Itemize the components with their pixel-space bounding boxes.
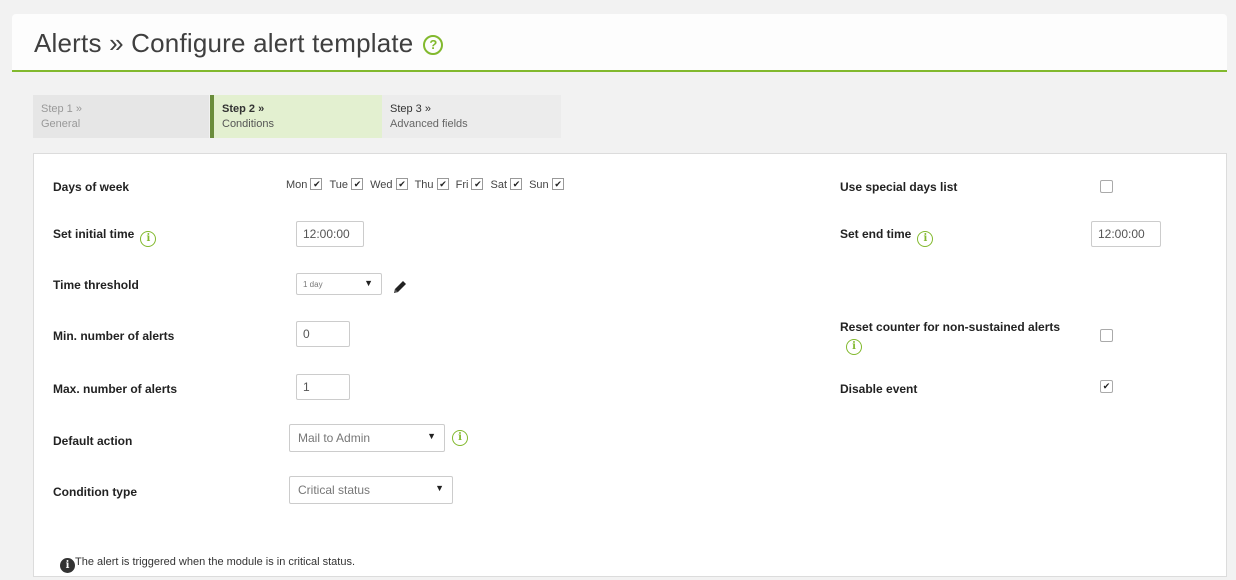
chevron-down-icon: ▼	[427, 431, 436, 441]
special-days-label: Use special days list	[840, 180, 958, 194]
max-alerts-input[interactable]: 1	[296, 374, 350, 400]
day-fri: Fri	[456, 178, 484, 191]
page-header: Alerts » Configure alert template?	[12, 14, 1227, 72]
help-icon[interactable]: ?	[423, 35, 444, 55]
end-time-info-icon[interactable]: i	[917, 231, 934, 247]
day-sun-checkbox[interactable]	[551, 178, 564, 190]
day-mon-checkbox[interactable]	[310, 178, 323, 190]
time-threshold-select[interactable]: 1 day ▼	[296, 273, 382, 295]
special-days-checkbox[interactable]	[1100, 180, 1113, 193]
time-threshold-label: Time threshold	[53, 278, 139, 292]
end-time-input[interactable]: 12:00:00	[1091, 221, 1161, 247]
day-sat-checkbox[interactable]	[510, 178, 522, 190]
initial-time-info-icon[interactable]: i	[140, 231, 157, 247]
day-wed-checkbox[interactable]	[395, 178, 408, 190]
day-wed: Wed	[370, 178, 408, 191]
min-alerts-input[interactable]: 0	[296, 321, 350, 347]
initial-time-label: Set initial time i	[53, 227, 157, 247]
info-icon: i	[60, 558, 75, 573]
reset-counter-checkbox[interactable]	[1100, 329, 1113, 342]
disable-event-label: Disable event	[840, 382, 918, 396]
days-of-week: Mon Tue Wed Thu Fri Sat Sun	[286, 178, 568, 191]
default-action-label: Default action	[53, 434, 133, 448]
step-advanced-fields[interactable]: Step 3 » Advanced fields	[382, 95, 561, 138]
day-thu: Thu	[415, 178, 449, 191]
condition-type-select[interactable]: Critical status ▼	[289, 476, 453, 504]
default-action-info-icon[interactable]: i	[452, 430, 468, 446]
default-action-select[interactable]: Mail to Admin ▼	[289, 424, 445, 452]
step-conditions[interactable]: Step 2 » Conditions	[210, 95, 382, 138]
reset-counter-label: Reset counter for non-sustained alertsi	[840, 320, 1070, 355]
day-tue-checkbox[interactable]	[351, 178, 364, 190]
end-time-label: Set end time i	[840, 227, 934, 247]
initial-time-input[interactable]: 12:00:00	[296, 221, 364, 247]
reset-counter-info-icon[interactable]: i	[846, 339, 862, 355]
day-sat: Sat	[490, 178, 522, 191]
day-sun: Sun	[529, 178, 564, 191]
day-fri-checkbox[interactable]	[471, 178, 484, 190]
min-alerts-label: Min. number of alerts	[53, 329, 175, 343]
days-of-week-label: Days of week	[53, 180, 130, 194]
chevron-down-icon: ▼	[435, 483, 444, 493]
condition-type-label: Condition type	[53, 485, 137, 499]
conditions-form: Days of week Mon Tue Wed Thu Fri Sat Sun…	[33, 153, 1227, 577]
pencil-icon[interactable]	[391, 278, 409, 296]
day-tue: Tue	[329, 178, 364, 191]
max-alerts-label: Max. number of alerts	[53, 382, 178, 396]
disable-event-checkbox[interactable]	[1100, 380, 1113, 393]
day-mon: Mon	[286, 178, 323, 191]
page-title: Alerts » Configure alert template?	[34, 28, 444, 59]
day-thu-checkbox[interactable]	[436, 178, 449, 190]
step-general[interactable]: Step 1 » General	[33, 95, 209, 138]
condition-note: i The alert is triggered when the module …	[60, 556, 355, 573]
chevron-down-icon: ▼	[364, 278, 373, 288]
